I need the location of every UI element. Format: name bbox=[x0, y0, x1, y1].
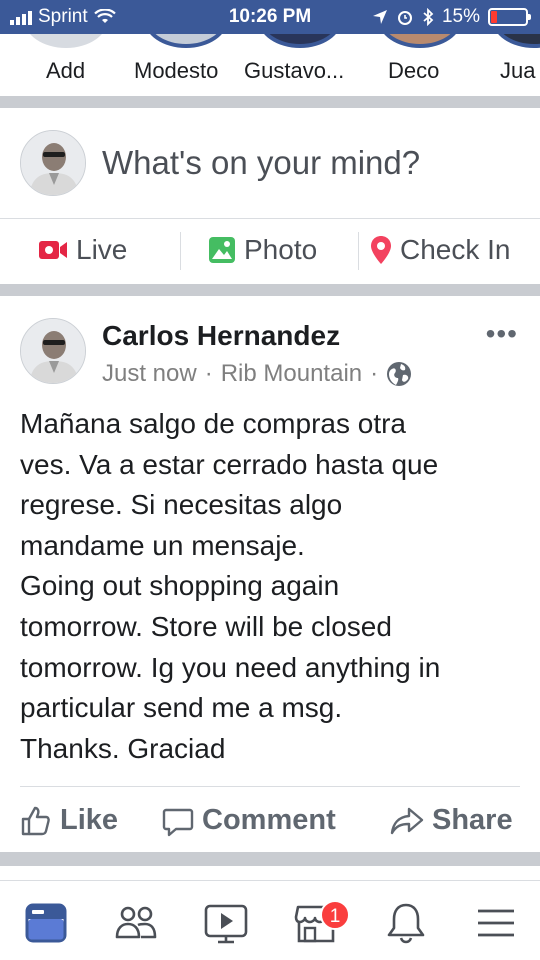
composer-actions: Live Photo Check In bbox=[0, 220, 540, 284]
live-video-icon bbox=[39, 241, 67, 259]
like-label: Like bbox=[60, 804, 119, 836]
status-right: 15% bbox=[372, 6, 531, 28]
post-text-line: regrese. Si necesitas algo bbox=[20, 489, 343, 521]
post-text-line: Mañana salgo de compras otra bbox=[20, 408, 406, 439]
share-button[interactable]: Share bbox=[390, 804, 513, 837]
post-timestamp[interactable]: Just now bbox=[102, 360, 197, 388]
friends-icon[interactable] bbox=[114, 901, 158, 945]
share-arrow-icon bbox=[390, 807, 424, 834]
section-divider bbox=[0, 852, 540, 866]
share-label: Share bbox=[432, 804, 513, 836]
bottom-nav bbox=[0, 880, 540, 960]
post-text-line: particular send me a msg. bbox=[20, 692, 343, 724]
divider bbox=[0, 218, 540, 219]
action-separator bbox=[358, 232, 359, 270]
avatar[interactable] bbox=[20, 130, 86, 196]
composer[interactable]: What's on your mind? bbox=[0, 108, 540, 218]
action-separator bbox=[180, 232, 181, 270]
post-text-line: tomorrow. Store will be closed bbox=[20, 610, 392, 642]
post-text-line: ves. Va a estar cerrado hasta que bbox=[20, 448, 439, 480]
live-button[interactable]: Live bbox=[38, 234, 127, 266]
like-button[interactable]: Like bbox=[20, 804, 118, 837]
post-body: Mañana salgo de compras otra ves. Va a e… bbox=[20, 404, 520, 769]
more-dots-icon[interactable]: ••• bbox=[486, 318, 518, 350]
post-text-line: Going out shopping again bbox=[20, 570, 340, 602]
globe-icon[interactable] bbox=[386, 361, 412, 387]
meta-separator: · bbox=[370, 360, 379, 387]
comment-button[interactable]: Comment bbox=[162, 804, 336, 837]
post-meta: Just now · Rib Mountain · bbox=[102, 360, 412, 388]
story-label: Modesto bbox=[134, 58, 219, 83]
notifications-bell-icon[interactable] bbox=[384, 901, 428, 945]
section-divider bbox=[0, 96, 540, 108]
thumbs-up-icon bbox=[21, 806, 50, 835]
divider bbox=[20, 786, 520, 787]
meta-separator: · bbox=[204, 360, 213, 387]
watch-icon[interactable] bbox=[204, 901, 248, 945]
photo-button[interactable]: Photo bbox=[208, 234, 317, 266]
stories-row: Add Modesto Gustavo... Deco Jua bbox=[0, 34, 540, 96]
news-feed-icon[interactable] bbox=[24, 901, 68, 945]
live-label: Live bbox=[76, 234, 128, 265]
location-arrow-icon bbox=[372, 10, 387, 24]
avatar-photo bbox=[21, 319, 85, 383]
story-thumbnail[interactable] bbox=[492, 34, 540, 48]
photo-icon bbox=[209, 237, 235, 263]
avatar-photo bbox=[21, 131, 85, 195]
checkin-button[interactable]: Check In bbox=[370, 234, 511, 266]
post-text-line: mandame un mensaje. bbox=[20, 529, 305, 561]
story-label: Add bbox=[46, 58, 86, 83]
photo-label: Photo bbox=[244, 234, 318, 265]
story-label: Deco bbox=[388, 58, 440, 83]
composer-input[interactable]: What's on your mind? bbox=[102, 144, 420, 182]
story-label: Gustavo... bbox=[244, 58, 345, 83]
post-text-line: tomorrow. Ig you need anything in bbox=[20, 651, 441, 683]
story-thumbnail[interactable] bbox=[144, 34, 228, 48]
post-location[interactable]: Rib Mountain bbox=[221, 360, 362, 388]
comment-bubble-icon bbox=[162, 808, 194, 836]
checkin-label: Check In bbox=[400, 234, 511, 265]
battery-percent: 15% bbox=[441, 6, 480, 27]
post-text-line: Thanks. Graciad bbox=[20, 732, 226, 764]
status-bar: Sprint 10:26 PM 15% bbox=[0, 0, 540, 34]
battery-icon bbox=[488, 8, 531, 26]
section-divider bbox=[0, 284, 540, 296]
notification-badge: 1 bbox=[320, 900, 350, 930]
comment-label: Comment bbox=[202, 804, 336, 836]
story-thumbnail[interactable] bbox=[24, 34, 108, 48]
post-author-name[interactable]: Carlos Hernandez bbox=[102, 320, 340, 352]
post-actions: Like Comment Share bbox=[0, 796, 540, 848]
post-author-avatar[interactable] bbox=[20, 318, 86, 384]
story-thumbnail[interactable] bbox=[258, 34, 342, 48]
alarm-icon bbox=[397, 11, 412, 25]
story-label: Jua bbox=[500, 58, 536, 83]
location-pin-icon bbox=[371, 236, 391, 264]
menu-icon[interactable] bbox=[474, 901, 518, 945]
story-thumbnail[interactable] bbox=[378, 34, 462, 48]
bluetooth-icon bbox=[423, 8, 434, 26]
